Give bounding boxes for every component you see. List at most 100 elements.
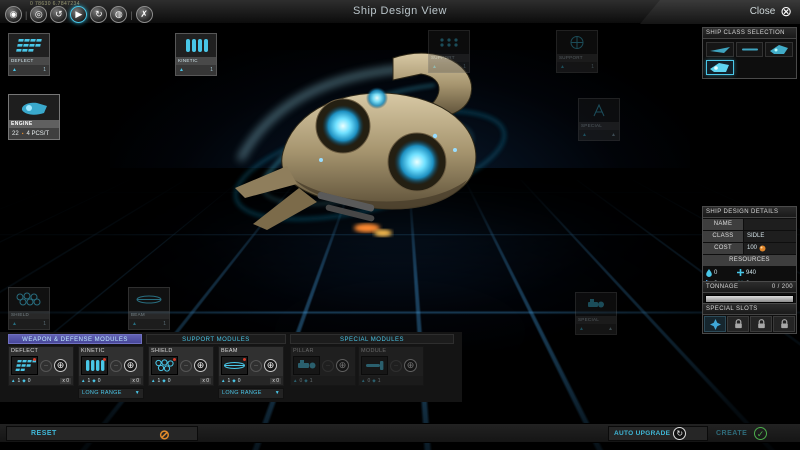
slot-label: SPECIAL bbox=[579, 122, 619, 130]
slot-label: BEAM bbox=[129, 311, 169, 319]
module-card-kinetic: KINETIC − ⊕ ▲ 1 ◆ 0 x 0 bbox=[78, 346, 144, 386]
special-slot-locked-3 bbox=[773, 316, 795, 332]
footer-bar: RESET ⊘ AUTO UPGRADE ↻ CREATE ✓ bbox=[0, 423, 800, 443]
hull-slot-kinetic[interactable]: KINETIC ▲ 1 bbox=[175, 33, 217, 76]
close-icon[interactable]: ⊗ bbox=[780, 4, 792, 18]
shield-icon bbox=[151, 356, 178, 375]
hull-slot-shield[interactable]: SHIELD ▲ 1 bbox=[8, 287, 50, 330]
add-module-button[interactable]: ⊕ bbox=[54, 359, 67, 372]
special-slots-panel: SPECIAL SLOTS bbox=[702, 303, 797, 334]
cost-dot-icon: ▪ bbox=[21, 130, 24, 137]
lock-icon bbox=[734, 319, 742, 329]
add-module-button[interactable]: ⊕ bbox=[264, 359, 277, 372]
special-slots-label: SPECIAL SLOTS bbox=[706, 306, 758, 312]
hull-slot-special-2[interactable]: SPECIAL ▲ ▲ bbox=[575, 292, 617, 335]
add-module-button[interactable]: ⊕ bbox=[194, 359, 207, 372]
dust-icon bbox=[759, 245, 766, 252]
ship-design-view: DEFLECT ▲ 1 KINETIC ▲ 1 SUPPORT ▲ 1 SUPPORT… bbox=[0, 0, 800, 450]
alert-dot bbox=[173, 358, 176, 361]
special-slot-add[interactable] bbox=[704, 316, 726, 332]
special-module-icon bbox=[293, 356, 320, 375]
tonnage-icon: ▲ bbox=[81, 378, 86, 383]
special-slot-locked-1 bbox=[727, 316, 749, 332]
camera-toolbar: ◉ | ◎ ↺ ▶ ↻ ◍ | ✗ bbox=[5, 6, 153, 23]
remove-module-button[interactable]: − bbox=[180, 359, 192, 372]
remove-module-button[interactable]: − bbox=[40, 359, 52, 372]
cells-icon bbox=[429, 31, 469, 54]
class-thumb-1[interactable] bbox=[706, 42, 734, 57]
module-name: BEAM bbox=[221, 348, 238, 354]
reset-button[interactable]: RESET ⊘ bbox=[6, 426, 198, 442]
remove-module-button[interactable]: − bbox=[390, 359, 402, 372]
cancel-icon[interactable]: ✗ bbox=[135, 6, 153, 23]
section-weapon-defense[interactable]: WEAPON & DEFENSE MODULES bbox=[8, 334, 142, 344]
remove-module-button[interactable]: − bbox=[110, 359, 122, 372]
shield-icon bbox=[9, 288, 49, 311]
ship-hull bbox=[281, 52, 477, 210]
auto-upgrade-button[interactable]: AUTO UPGRADE ↻ bbox=[608, 426, 708, 441]
add-module-button[interactable]: ⊕ bbox=[336, 359, 349, 372]
module-count: x 0 bbox=[270, 377, 281, 384]
module-name: DEFLECT bbox=[11, 348, 39, 354]
tonnage-bar bbox=[705, 295, 794, 303]
scan-icon[interactable]: ◎ bbox=[30, 6, 48, 23]
rotate-right-icon[interactable]: ↻ bbox=[90, 6, 108, 23]
engine-rate: 4 PCS/T bbox=[26, 130, 50, 137]
crew-icon: ◆ bbox=[372, 377, 376, 383]
remove-module-button[interactable]: − bbox=[322, 359, 334, 372]
add-module-button[interactable]: ⊕ bbox=[404, 359, 417, 372]
orbit-icon[interactable]: ◍ bbox=[110, 6, 128, 23]
auto-upgrade-icon: ↻ bbox=[673, 427, 687, 440]
special-module-icon bbox=[576, 293, 616, 316]
class-value: SIDLE bbox=[744, 231, 796, 242]
flak-icon bbox=[9, 34, 49, 57]
class-thumb-selected[interactable] bbox=[706, 60, 734, 75]
ship-3d-model[interactable] bbox=[225, 40, 535, 250]
slot-label: KINETIC bbox=[176, 57, 216, 65]
hull-slot-support-2[interactable]: SUPPORT ▲ 1 bbox=[556, 30, 598, 73]
engine-slot[interactable]: ENGINE 22 ▪ 4 PCS/T bbox=[8, 94, 60, 140]
section-support[interactable]: SUPPORT MODULES bbox=[146, 334, 286, 344]
engine-icon bbox=[9, 95, 59, 120]
class-thumb-2[interactable] bbox=[735, 42, 764, 57]
hull-slot-beam[interactable]: BEAM ▲ 1 bbox=[128, 287, 170, 330]
camera-icon[interactable]: ◉ bbox=[5, 6, 22, 23]
add-icon bbox=[709, 318, 721, 330]
add-module-button[interactable]: ⊕ bbox=[124, 359, 137, 372]
beam-icon bbox=[129, 288, 169, 311]
section-special[interactable]: SPECIAL MODULES bbox=[290, 334, 454, 344]
droplet-icon bbox=[706, 268, 712, 277]
special-slot-locked-2 bbox=[750, 316, 772, 332]
remove-module-button[interactable]: − bbox=[250, 359, 262, 372]
beam-icon bbox=[221, 356, 248, 375]
resources-label: RESOURCES bbox=[703, 255, 796, 266]
module-name: PILLAR bbox=[293, 348, 314, 354]
chevron-down-icon: ▼ bbox=[134, 390, 140, 396]
crew-icon: ◆ bbox=[92, 377, 96, 383]
class-thumb-3[interactable] bbox=[765, 42, 794, 57]
close-button[interactable]: Close ⊗ bbox=[750, 4, 792, 18]
create-check-icon[interactable]: ✓ bbox=[754, 427, 767, 440]
module-count: x 0 bbox=[130, 377, 141, 384]
tonnage-icon: ▲ bbox=[361, 378, 366, 383]
hull-slot-deflect[interactable]: DEFLECT ▲ 1 bbox=[8, 33, 50, 76]
claw-icon bbox=[579, 99, 619, 122]
beam-range-dropdown[interactable]: LONG RANGE ▼ bbox=[218, 388, 284, 399]
name-input[interactable] bbox=[744, 219, 796, 230]
slot-label: SUPPORT bbox=[429, 54, 469, 62]
alert-dot bbox=[243, 358, 246, 361]
class-label: CLASS bbox=[703, 231, 743, 242]
hull-slot-support-1[interactable]: SUPPORT ▲ 1 bbox=[428, 30, 470, 73]
web-icon bbox=[557, 31, 597, 54]
tonnage-label: TONNAGE bbox=[706, 284, 739, 290]
rotate-left-icon[interactable]: ↺ bbox=[50, 6, 68, 23]
plus-icon bbox=[737, 269, 744, 276]
close-label: Close bbox=[749, 5, 776, 17]
create-button[interactable]: CREATE bbox=[716, 430, 747, 437]
pointer-icon[interactable]: ▶ bbox=[70, 6, 88, 23]
kinetic-icon bbox=[81, 356, 108, 375]
engine-label: ENGINE bbox=[9, 120, 59, 128]
kinetic-range-dropdown[interactable]: LONG RANGE ▼ bbox=[78, 388, 144, 399]
crew-icon: ◆ bbox=[232, 377, 236, 383]
hull-slot-special-1[interactable]: SPECIAL ▲ ▲ bbox=[578, 98, 620, 141]
